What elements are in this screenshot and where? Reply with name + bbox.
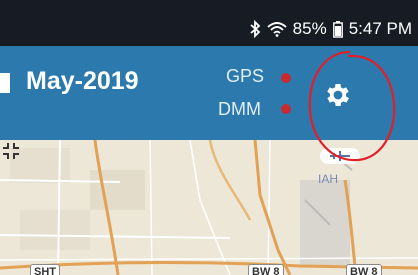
dmm-label: DMM (218, 99, 261, 119)
dmm-status-dot (281, 104, 291, 114)
bluetooth-icon (250, 20, 260, 38)
annotation-circle (308, 50, 396, 162)
battery-icon (332, 20, 343, 38)
status-bar: 85% 5:47 PM (0, 0, 418, 46)
gps-label: GPS (226, 66, 265, 86)
fullscreen-icon[interactable] (0, 140, 22, 162)
wifi-icon (267, 22, 287, 37)
month-nav-edge[interactable] (0, 73, 10, 93)
road-badge-bw8-right: BW 8 (346, 264, 382, 275)
battery-percent: 85% (292, 19, 327, 38)
road-badge-partial: SHT (30, 264, 60, 275)
road-badge-bw8-left: BW 8 (248, 264, 284, 275)
clock: 5:47 PM (348, 19, 412, 38)
status-icons: 85% 5:47 PM (249, 19, 412, 39)
airport-label: IAH (318, 172, 339, 186)
gps-status-dot (281, 73, 291, 83)
month-label[interactable]: May-2019 (26, 67, 139, 96)
